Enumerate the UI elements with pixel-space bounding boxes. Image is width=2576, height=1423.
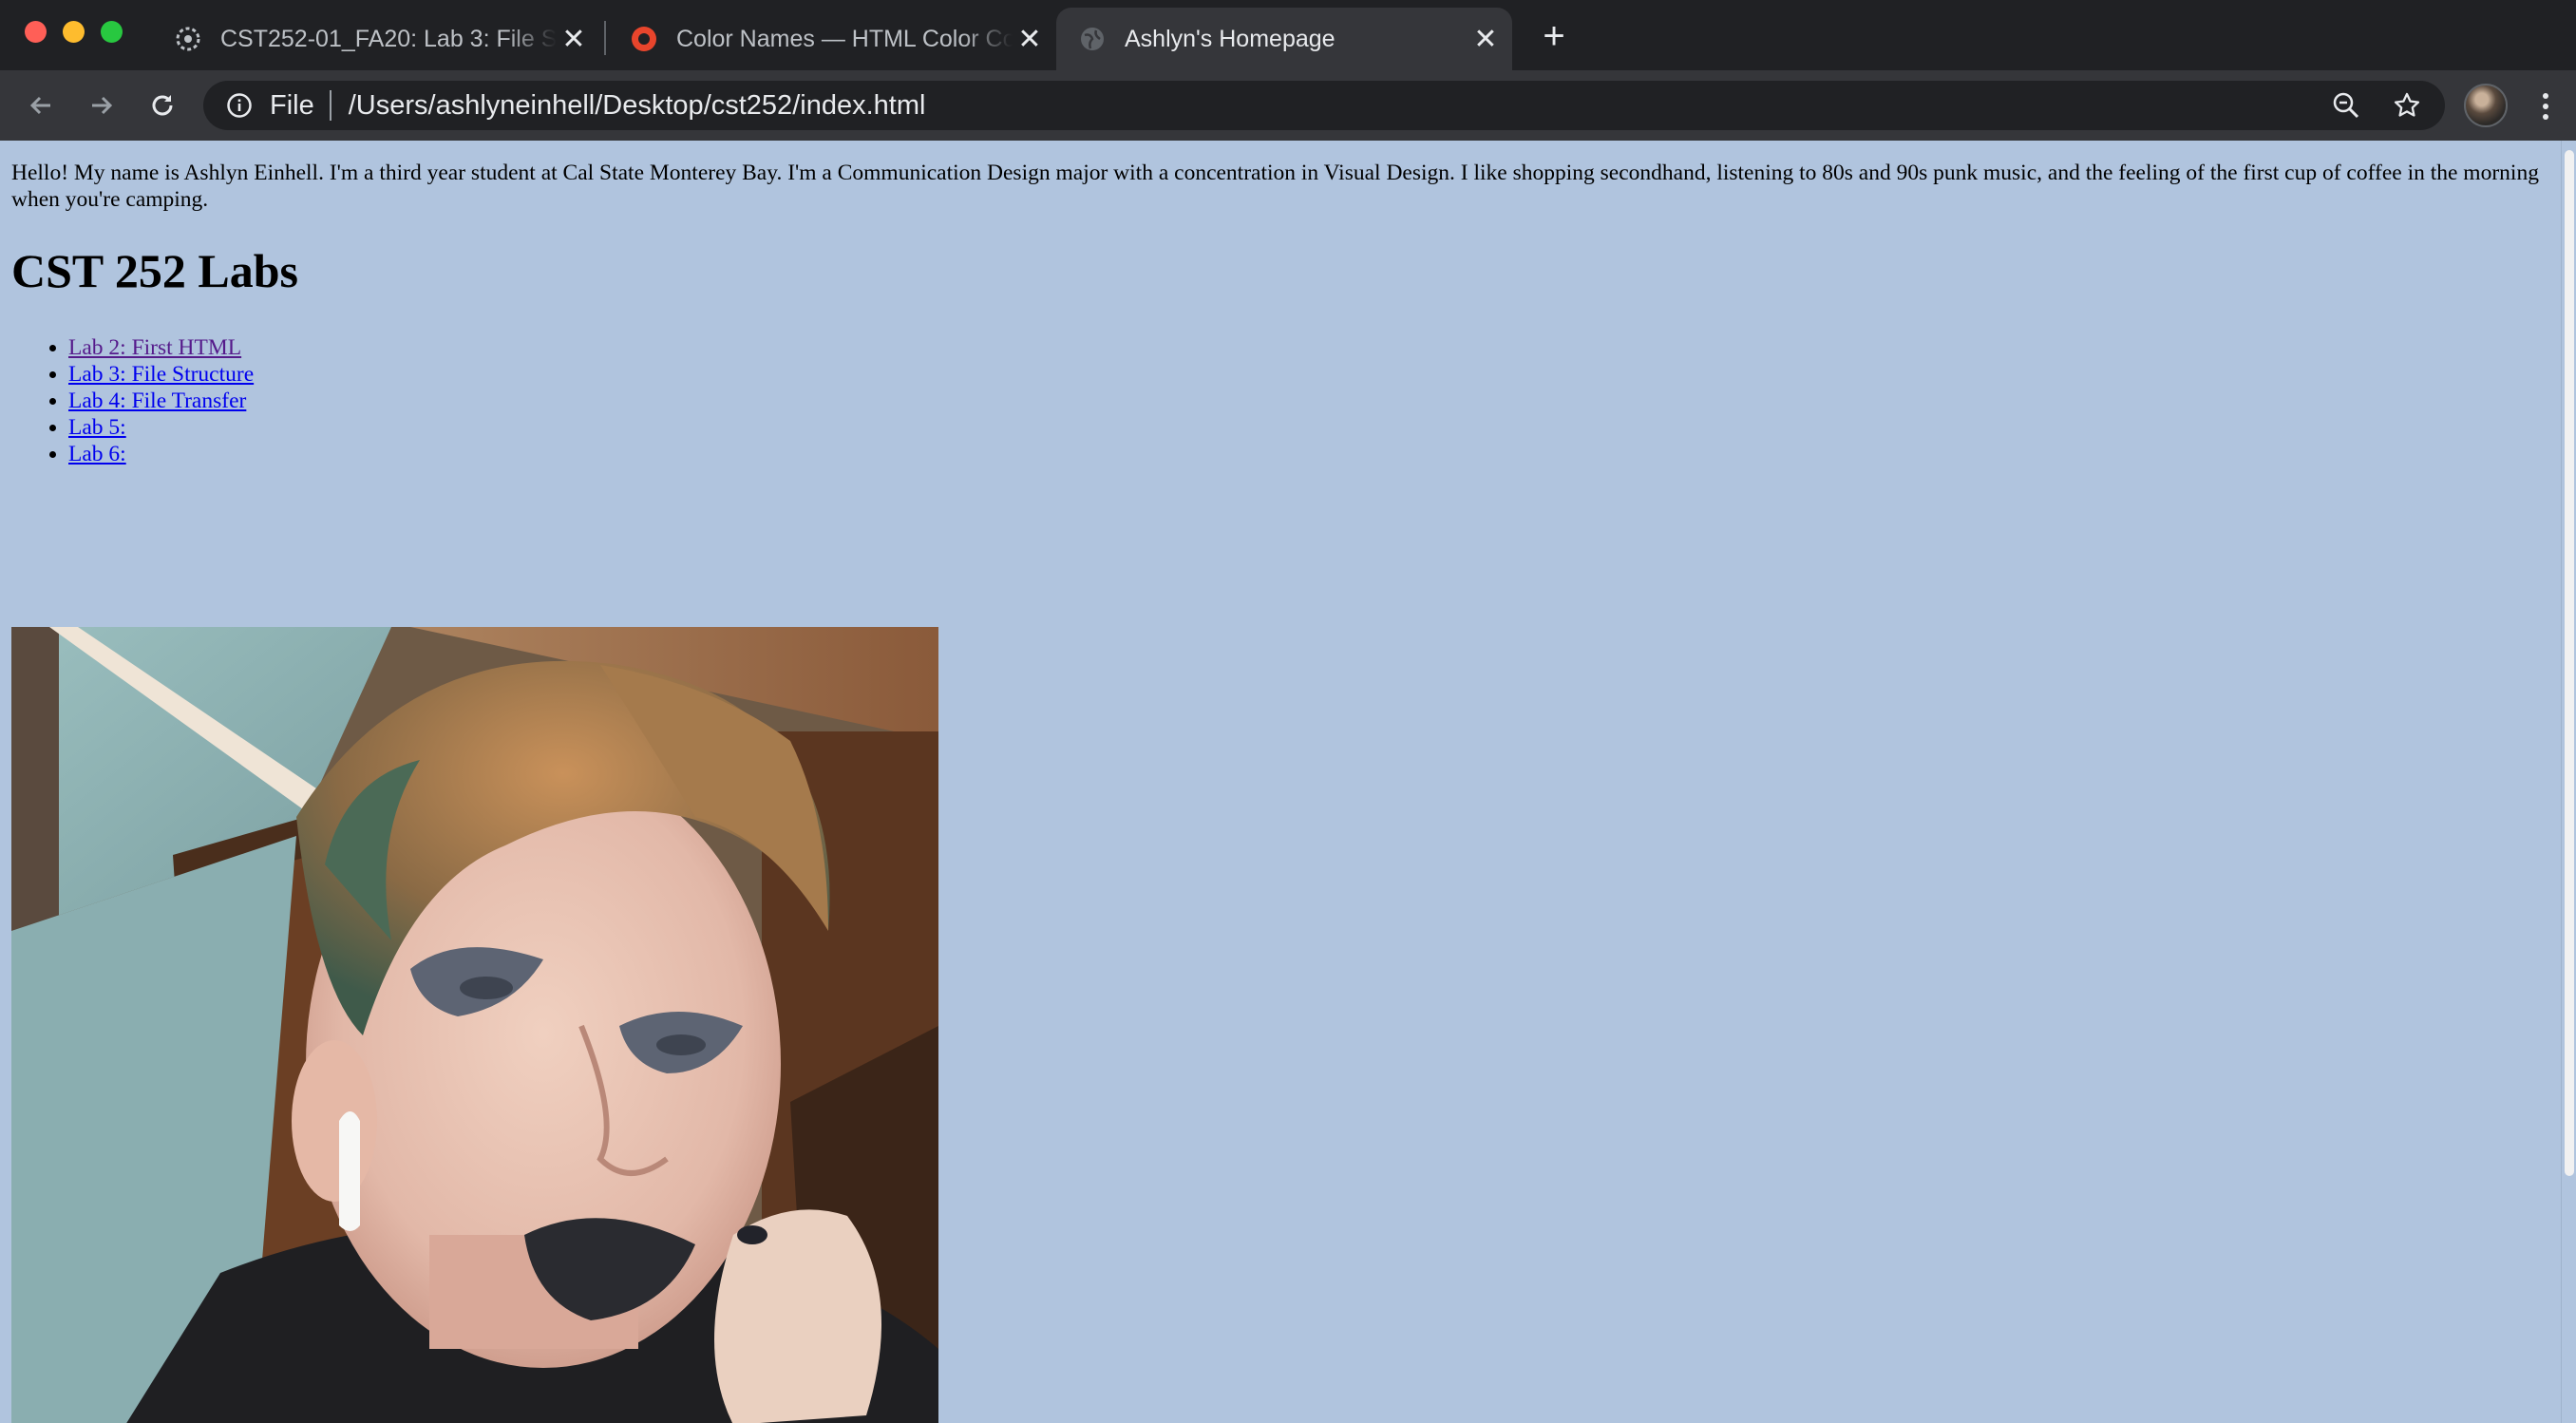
page-viewport: Hello! My name is Ashlyn Einhell. I'm a … — [0, 141, 2561, 1423]
vertical-scrollbar[interactable] — [2561, 141, 2576, 1423]
lab4-link[interactable]: Lab 4: File Transfer — [68, 389, 246, 413]
tab-close-icon[interactable]: ✕ — [557, 22, 591, 56]
omnibox-divider — [329, 90, 331, 121]
zoom-icon[interactable] — [2331, 90, 2361, 121]
new-tab-plus-icon[interactable]: + — [1535, 17, 1573, 55]
list-item: Lab 6: — [68, 441, 2549, 467]
profile-photo — [11, 627, 938, 1423]
scrollbar-thumb[interactable] — [2565, 150, 2574, 1176]
colorcodes-favicon-icon — [631, 26, 657, 52]
lab6-link[interactable]: Lab 6: — [68, 442, 126, 466]
info-icon[interactable] — [224, 90, 255, 121]
profile-avatar[interactable] — [2464, 84, 2508, 127]
list-item: Lab 4: File Transfer — [68, 388, 2549, 414]
page-heading: CST 252 Labs — [11, 244, 298, 297]
url-text: /Users/ashlyneinhell/Desktop/cst252/inde… — [348, 89, 926, 121]
tab-title: CST252-01_FA20: Lab 3: File Structure — [220, 25, 557, 52]
list-item: Lab 5: — [68, 414, 2549, 441]
window-minimize-button[interactable] — [63, 21, 85, 43]
list-item: Lab 3: File Structure — [68, 361, 2549, 388]
lab3-link[interactable]: Lab 3: File Structure — [68, 362, 254, 387]
lab2-link[interactable]: Lab 2: First HTML — [68, 335, 241, 360]
forward-arrow-icon[interactable] — [82, 85, 122, 125]
tab-close-icon[interactable]: ✕ — [1013, 22, 1047, 56]
list-item: Lab 2: First HTML — [68, 334, 2549, 361]
tab-title: Ashlyn's Homepage — [1125, 25, 1335, 52]
canvas-favicon-icon — [175, 26, 201, 52]
bookmark-star-icon[interactable] — [2392, 90, 2422, 121]
labs-list: Lab 2: First HTML Lab 3: File Structure … — [11, 334, 2549, 467]
tab-close-icon[interactable]: ✕ — [1468, 22, 1503, 56]
tab-strip: CST252-01_FA20: Lab 3: File Structure ✕ … — [0, 0, 2576, 70]
globe-icon — [1079, 26, 1106, 52]
kebab-menu-icon[interactable] — [2529, 87, 2563, 125]
back-arrow-icon[interactable] — [21, 85, 61, 125]
tab-canvas-lab3[interactable]: CST252-01_FA20: Lab 3: File Structure ✕ — [152, 8, 600, 70]
address-bar[interactable]: File /Users/ashlyneinhell/Desktop/cst252… — [203, 81, 2445, 130]
tab-separator — [604, 21, 606, 55]
reload-icon[interactable] — [142, 85, 182, 125]
window-zoom-button[interactable] — [101, 21, 123, 43]
tab-color-names[interactable]: Color Names — HTML Color Codes ✕ — [608, 8, 1056, 70]
intro-paragraph: Hello! My name is Ashlyn Einhell. I'm a … — [11, 161, 2539, 212]
tab-ashlyns-homepage[interactable]: Ashlyn's Homepage ✕ — [1056, 8, 1512, 70]
url-scheme-label: File — [270, 89, 314, 121]
browser-toolbar: File /Users/ashlyneinhell/Desktop/cst252… — [0, 70, 2576, 141]
tab-title: Color Names — HTML Color Codes — [676, 25, 1013, 52]
page-content: Hello! My name is Ashlyn Einhell. I'm a … — [11, 160, 2549, 467]
lab5-link[interactable]: Lab 5: — [68, 415, 126, 440]
window-close-button[interactable] — [25, 21, 47, 43]
